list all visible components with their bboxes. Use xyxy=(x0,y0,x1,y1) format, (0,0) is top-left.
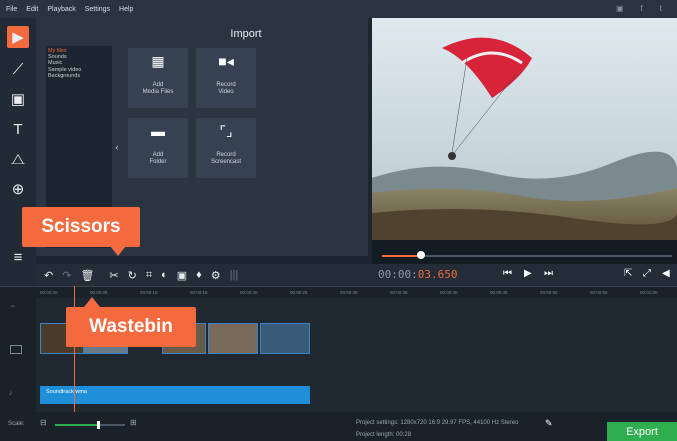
twitter-icon[interactable]: t xyxy=(660,4,662,13)
audio-track-icon[interactable]: ♪ xyxy=(9,390,13,397)
timeline-ruler[interactable]: 00:00:00 00:00:05 00:00:10 00:00:15 00:00:20… xyxy=(0,286,677,298)
facebook-icon[interactable]: f xyxy=(641,4,643,13)
screencast-icon: ⌜⌟ xyxy=(219,123,233,139)
zoom-icon[interactable]: ⊕ xyxy=(7,178,29,200)
import-title: Import xyxy=(230,28,262,40)
trash-icon[interactable]: 🗑 xyxy=(80,269,94,282)
microphone-icon[interactable]: ♦ xyxy=(196,269,202,281)
video-clip-5[interactable] xyxy=(260,323,310,354)
rotate-icon[interactable]: ↻ xyxy=(128,269,137,282)
category-backgrounds[interactable]: Backgrounds xyxy=(48,73,110,79)
scale-slider-handle[interactable] xyxy=(97,421,100,429)
ruler-tick-label: 00:00:40 xyxy=(440,290,458,295)
timecode: 00:00:03.650 xyxy=(378,268,458,281)
playhead[interactable] xyxy=(74,286,75,412)
menu-help[interactable]: Help xyxy=(119,6,133,13)
ruler-tick-label: 00:00:45 xyxy=(490,290,508,295)
record-screencast-button[interactable]: ⌜⌟ Record Screencast xyxy=(196,118,256,178)
export-button[interactable]: Export xyxy=(607,422,677,441)
video-preview[interactable] xyxy=(372,18,677,240)
redo-icon[interactable]: ↷ xyxy=(62,269,71,282)
magic-wand-icon[interactable]: ⟋ xyxy=(7,58,29,80)
scrub-handle[interactable] xyxy=(417,251,425,259)
scale-label: Scale: xyxy=(8,421,25,427)
image-icon[interactable]: ▣ xyxy=(177,269,187,282)
fullscreen-icon[interactable]: ⤢ xyxy=(643,268,651,279)
skip-forward-icon[interactable]: ⏭ xyxy=(544,268,553,279)
wastebin-callout-pointer xyxy=(84,297,100,307)
menu-edit[interactable]: Edit xyxy=(26,6,38,13)
add-media-files-button[interactable]: ▦ Add Media Files xyxy=(128,48,188,108)
shapes-icon[interactable]: ⧍ xyxy=(7,148,29,170)
crop-icon[interactable]: ⌗ xyxy=(146,269,152,282)
edit-toolbar: ↶ ↷ 🗑 ✂ ↻ ⌗ ◐ ▣ ♦ ⚙ ||| xyxy=(36,264,372,286)
scissors-callout-pointer xyxy=(110,246,126,256)
ruler-tick-label: 00:00:25 xyxy=(290,290,308,295)
audio-clip[interactable]: Soundtrack.wma xyxy=(40,386,310,404)
ruler-tick-label: 00:01:00 xyxy=(640,290,658,295)
ruler-tick-label: 00:00:20 xyxy=(240,290,258,295)
scissors-icon[interactable]: ✂ xyxy=(109,269,118,282)
ruler-tick-label: 00:00:55 xyxy=(590,290,608,295)
scissors-callout: Scissors xyxy=(22,207,140,247)
record-video-icon: ■◂ xyxy=(218,53,234,69)
scrub-track[interactable] xyxy=(382,255,672,257)
undo-icon[interactable]: ↶ xyxy=(44,269,53,282)
link-icon[interactable]: ⇔ xyxy=(9,303,16,310)
play-icon[interactable]: ▶ xyxy=(524,268,532,279)
titles-icon[interactable]: T xyxy=(7,118,29,140)
ruler-tick-label: 00:00:00 xyxy=(40,290,58,295)
scrub-progress xyxy=(382,255,420,257)
more-icon[interactable]: ≡ xyxy=(7,246,29,268)
project-settings: Project settings: 1280x720 16:9 29.97 FP… xyxy=(356,420,519,426)
volume-icon[interactable]: ◀ xyxy=(662,268,670,279)
menu-settings[interactable]: Settings xyxy=(85,6,110,13)
record-video-button[interactable]: ■◂ Record Video xyxy=(196,48,256,108)
project-length: Project length: 00:28 xyxy=(356,432,412,438)
social-links: ▣ f t xyxy=(616,4,671,13)
video-clip-4[interactable] xyxy=(208,323,258,354)
ruler-tick-label: 00:00:35 xyxy=(390,290,408,295)
add-folder-button[interactable]: ▬ Add Folder xyxy=(128,118,188,178)
wastebin-callout: Wastebin xyxy=(66,307,196,347)
zoom-in-icon[interactable]: ⊞ xyxy=(130,418,137,427)
menu-bar: File Edit Playback Settings Help ▣ f t xyxy=(0,0,677,18)
detach-preview-icon[interactable]: ⇱ xyxy=(624,268,632,279)
color-adjust-icon[interactable]: ◐ xyxy=(161,269,168,281)
equalizer-icon[interactable]: ||| xyxy=(230,269,239,281)
ruler-tick-label: 00:00:15 xyxy=(190,290,208,295)
scale-slider-fill xyxy=(55,424,99,426)
paraglider-scene-image xyxy=(372,18,677,240)
ruler-tick-label: 00:00:30 xyxy=(340,290,358,295)
video-track-icon[interactable] xyxy=(10,345,22,354)
settings-icon[interactable]: ⚙ xyxy=(211,269,221,282)
youtube-icon[interactable]: ▣ xyxy=(616,4,624,13)
ruler-tick-label: 00:00:05 xyxy=(90,290,108,295)
folder-icon: ▬ xyxy=(151,123,165,139)
zoom-out-icon[interactable]: ⊟ xyxy=(40,418,47,427)
status-bar: Scale: ⊟ ⊞ Project settings: 1280x720 16… xyxy=(0,412,677,441)
audio-clip-label: Soundtrack.wma xyxy=(46,389,87,395)
ruler-tick-label: 00:00:10 xyxy=(140,290,158,295)
edit-settings-icon[interactable]: ✎ xyxy=(545,418,553,429)
menu-file[interactable]: File xyxy=(6,6,17,13)
filters-icon[interactable]: ▣ xyxy=(7,88,29,110)
ruler-tick-label: 00:00:50 xyxy=(540,290,558,295)
track-headers: ⇔ ♪ xyxy=(0,298,36,412)
import-icon[interactable]: ▶ xyxy=(7,26,29,48)
skip-back-icon[interactable]: ⏮ xyxy=(503,268,512,279)
menu-playback[interactable]: Playback xyxy=(47,6,75,13)
media-files-icon: ▦ xyxy=(151,53,165,69)
